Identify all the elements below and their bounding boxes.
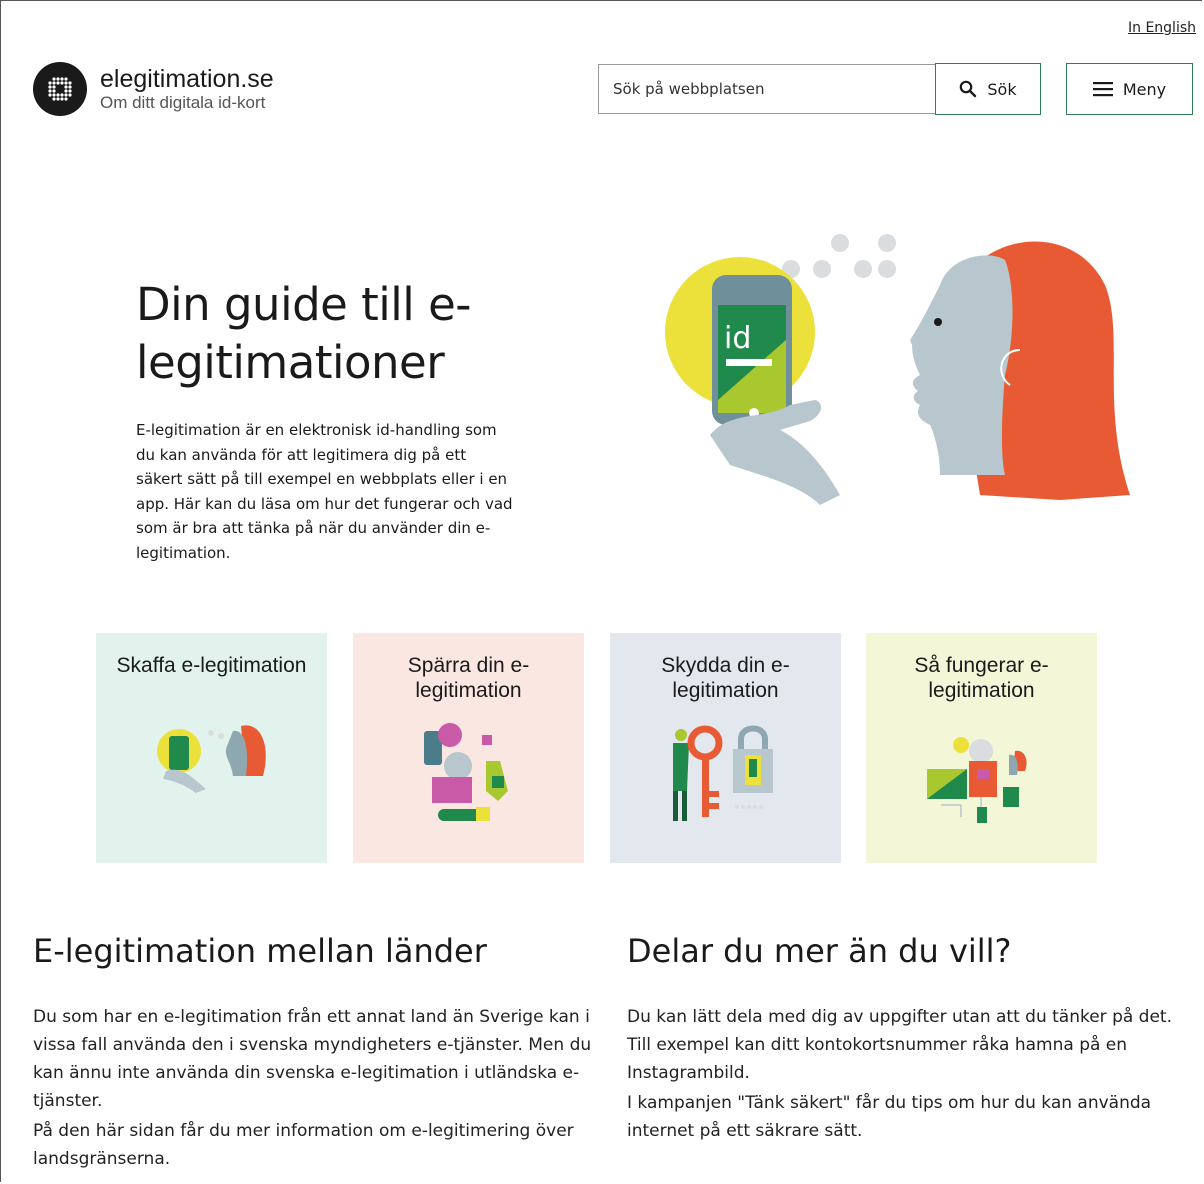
page-title: Din guide till e-legitimationer — [136, 278, 472, 389]
card-sparra[interactable]: Spärra din e-legitimation — [353, 633, 584, 863]
hero-illustration: id — [650, 225, 1140, 515]
section-heading-sharing: Delar du mer än du vill? — [627, 932, 1012, 970]
language-link-english[interactable]: In English — [1128, 20, 1196, 36]
section-text-countries: Du som har en e-legitimation från ett an… — [33, 1007, 592, 1111]
menu-button[interactable]: Meny — [1066, 63, 1193, 115]
hero-intro-text: E-legitimation är en elektronisk id-hand… — [136, 421, 513, 562]
card-title: Skydda din e-legitimation — [661, 654, 790, 702]
sparra-illustration-icon — [424, 723, 508, 821]
card-title: Så fungerar e-legitimation — [914, 654, 1049, 702]
section-text-sharing: Du kan lätt dela med dig av uppgifter ut… — [627, 1007, 1172, 1083]
card-sa-fungerar[interactable]: Så fungerar e-legitimation — [866, 633, 1097, 863]
card-title: Skaffa e-legitimation — [116, 654, 307, 677]
section-heading-countries: E-legitimation mellan länder — [33, 932, 487, 970]
section-text-campaign: I kampanjen "Tänk säkert" får du tips om… — [627, 1093, 1152, 1141]
menu-button-label: Meny — [1122, 79, 1167, 99]
skydda-illustration-icon — [673, 725, 773, 821]
section-text-countries-link-intro: På den här sidan får du mer information … — [33, 1121, 574, 1169]
search-input[interactable] — [598, 64, 936, 114]
card-skaffa[interactable]: Skaffa e-legitimation — [96, 633, 327, 863]
skaffa-illustration-icon — [157, 725, 266, 793]
card-skydda[interactable]: Skydda din e-legitimation — [610, 633, 841, 863]
logo-title: elegitimation.se — [100, 65, 274, 93]
sa-fungerar-illustration-icon — [927, 737, 1027, 823]
logo-subtitle: Om ditt digitala id-kort — [100, 93, 266, 112]
search-button[interactable]: Sök — [935, 63, 1041, 115]
site-logo[interactable]: elegitimation.se Om ditt digitala id-kor… — [33, 62, 274, 116]
illustration-id-text: id — [724, 321, 751, 356]
hamburger-icon — [1092, 81, 1113, 97]
search-icon — [959, 80, 977, 98]
logo-dots-icon — [33, 62, 87, 116]
card-title: Spärra din e-legitimation — [407, 654, 530, 702]
search-button-label: Sök — [987, 79, 1017, 99]
